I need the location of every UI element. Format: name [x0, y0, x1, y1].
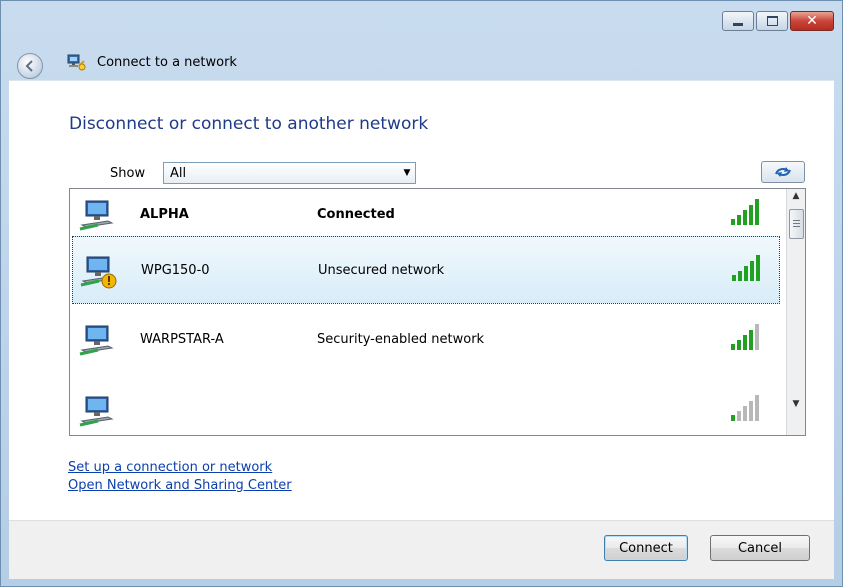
- signal-strength-icon: [731, 395, 759, 421]
- signal-bar: [743, 406, 747, 421]
- signal-strength-icon: [731, 199, 759, 225]
- back-button[interactable]: [17, 53, 43, 79]
- connect-button[interactable]: Connect: [604, 535, 688, 561]
- signal-bar: [755, 395, 759, 421]
- signal-bar: [756, 255, 760, 281]
- network-status: Connected: [317, 207, 395, 222]
- chevron-down-icon: ▼: [403, 168, 411, 178]
- network-name: WPG150-0: [141, 263, 210, 278]
- maximize-button[interactable]: [756, 11, 788, 31]
- close-icon: ✕: [806, 13, 818, 29]
- signal-bar: [737, 411, 741, 421]
- page-heading: Disconnect or connect to another network: [69, 114, 429, 134]
- signal-bar: [749, 401, 753, 421]
- signal-bar: [749, 330, 753, 350]
- network-row[interactable]: [72, 377, 780, 435]
- signal-bar: [731, 219, 735, 225]
- window-title: Connect to a network: [97, 55, 237, 70]
- scroll-down-icon[interactable]: ▼: [787, 399, 805, 415]
- network-computer-icon: [79, 396, 114, 427]
- signal-bar: [743, 210, 747, 225]
- signal-bar: [737, 340, 741, 350]
- show-filter-value: All: [170, 165, 187, 181]
- content-panel: Disconnect or connect to another network…: [9, 80, 834, 521]
- grip-line: [793, 220, 800, 221]
- network-computer-icon: [79, 200, 114, 231]
- setup-connection-link[interactable]: Set up a connection or network: [68, 459, 292, 477]
- maximize-icon: [766, 16, 778, 26]
- sharing-center-link[interactable]: Open Network and Sharing Center: [68, 477, 292, 495]
- network-status: Unsecured network: [318, 263, 445, 278]
- show-label: Show: [110, 166, 146, 181]
- network-name: WARPSTAR-A: [140, 332, 224, 347]
- signal-bar: [738, 271, 742, 281]
- refresh-icon: [775, 167, 791, 177]
- signal-bar: [749, 205, 753, 225]
- list-scrollbar[interactable]: ▲ ▼: [786, 189, 805, 435]
- window-controls: ✕: [722, 11, 834, 31]
- minimize-icon: [733, 22, 743, 26]
- minimize-button[interactable]: [722, 11, 754, 31]
- scroll-up-icon[interactable]: ▲: [787, 191, 805, 207]
- scroll-thumb[interactable]: [789, 209, 804, 239]
- grip-line: [793, 226, 800, 227]
- show-filter-dropdown[interactable]: All ▼: [163, 162, 416, 184]
- network-connect-icon: [67, 54, 86, 71]
- cancel-button[interactable]: Cancel: [710, 535, 810, 561]
- close-button[interactable]: ✕: [790, 11, 834, 31]
- network-computer-icon: [79, 325, 114, 356]
- grip-line: [793, 223, 800, 224]
- network-list[interactable]: WARPSTAR-A Security-enabled network WPG150…: [69, 188, 806, 436]
- dialog-window: ✕ Connect to a network Disconnect or con…: [0, 0, 843, 587]
- signal-bar: [744, 266, 748, 281]
- network-row[interactable]: WARPSTAR-A Security-enabled network: [72, 306, 780, 374]
- signal-bar: [732, 275, 736, 281]
- signal-bar: [737, 215, 741, 225]
- signal-bar: [755, 324, 759, 350]
- signal-bar: [755, 199, 759, 225]
- signal-strength-icon: [732, 255, 760, 281]
- network-row[interactable]: ALPHA Connected: [72, 189, 780, 249]
- signal-bar: [731, 344, 735, 350]
- signal-bar: [743, 335, 747, 350]
- network-name: ALPHA: [140, 207, 189, 222]
- network-status: Security-enabled network: [317, 332, 485, 347]
- title-bar: ✕ Connect to a network: [1, 1, 842, 79]
- refresh-button[interactable]: [761, 161, 805, 183]
- signal-bar: [731, 415, 735, 421]
- signal-strength-icon: [731, 324, 759, 350]
- footer-bar: Connect Cancel: [9, 520, 834, 579]
- back-arrow-icon: [25, 60, 33, 72]
- shield-warning-icon: [101, 273, 117, 289]
- signal-bar: [750, 261, 754, 281]
- network-computer-icon: [80, 256, 117, 289]
- links-section: Set up a connection or network Open Netw…: [68, 459, 292, 495]
